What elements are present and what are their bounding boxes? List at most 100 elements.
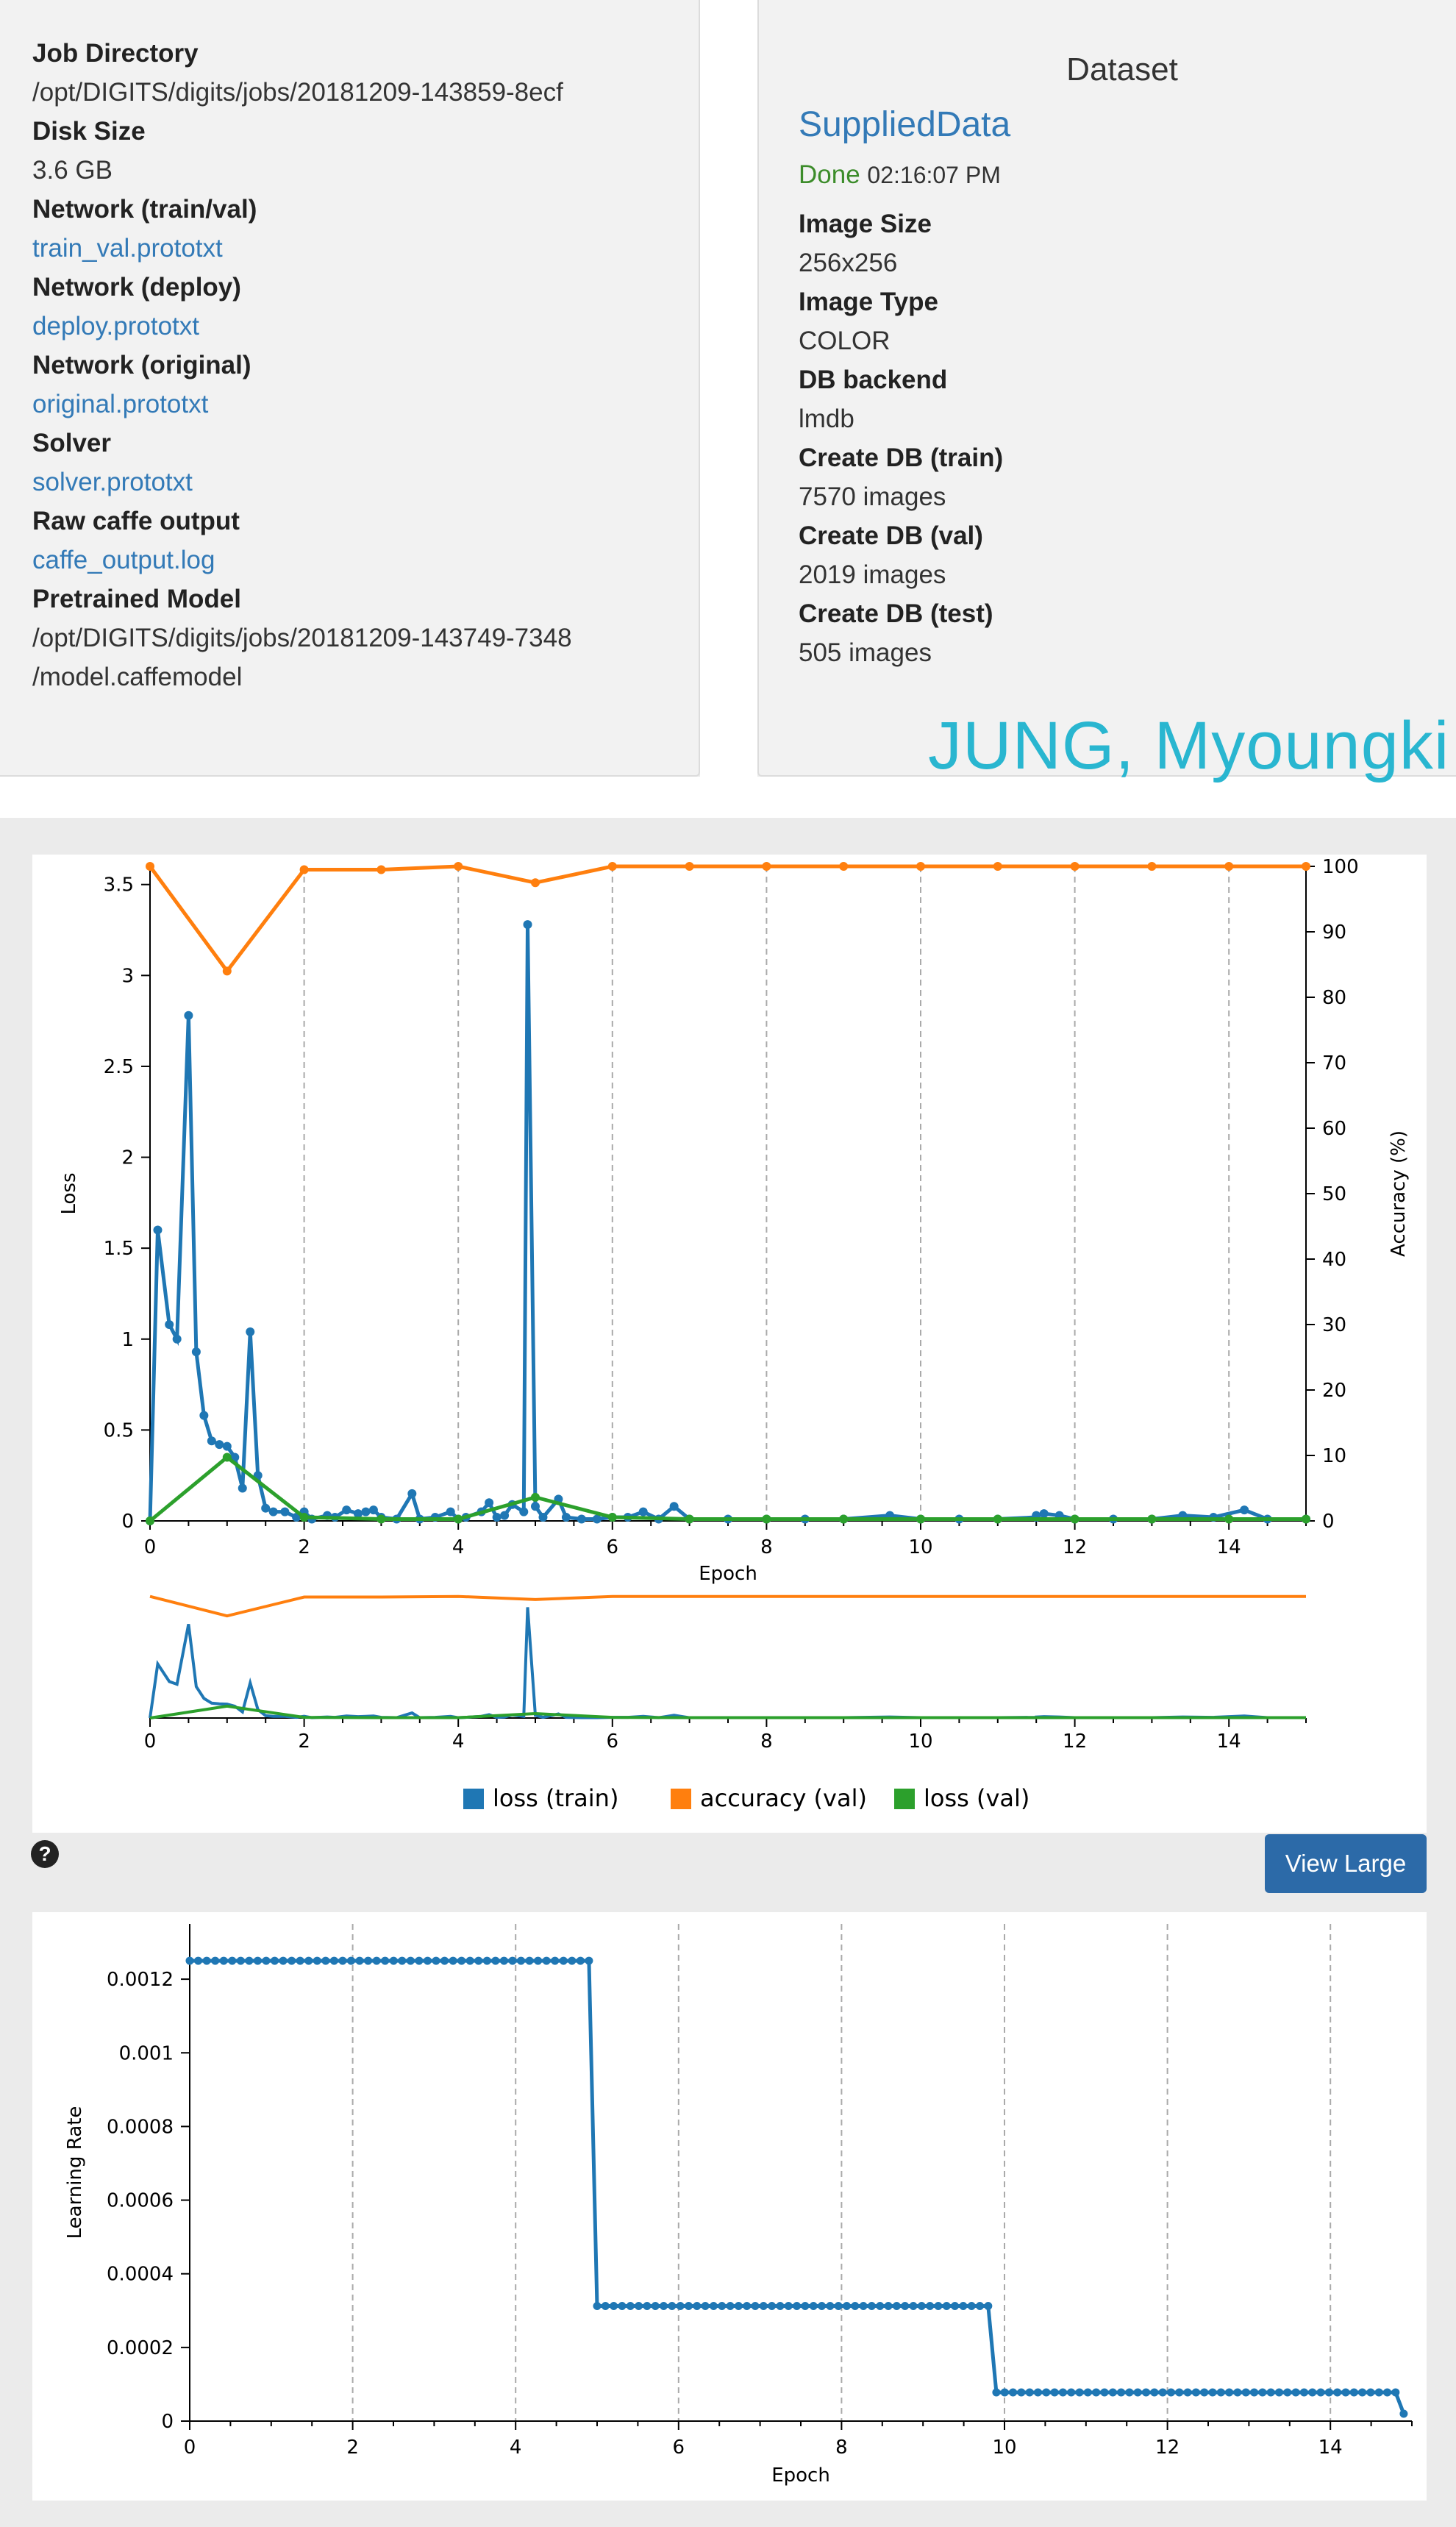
- learning-rate-point: [423, 1956, 432, 1965]
- val-loss-line: [149, 1455, 1306, 1522]
- learning-rate-point: [768, 2302, 777, 2311]
- learning-rate-point: [734, 2302, 743, 2311]
- learning-rate-point: [236, 1956, 245, 1965]
- train-loss-point: [238, 1483, 247, 1493]
- learning-rate-point: [1308, 2388, 1317, 2397]
- learning-rate-point: [321, 1956, 330, 1965]
- learning-rate-point: [1266, 2388, 1275, 2397]
- val-accuracy-point: [993, 862, 1002, 871]
- val-accuracy-line: [148, 864, 1306, 974]
- overview-tick-label: 4: [452, 1731, 465, 1753]
- val-loss-point: [1224, 1514, 1234, 1524]
- job-info-link[interactable]: caffe_output.log: [32, 541, 572, 580]
- dataset-heading: Dataset: [1066, 51, 1178, 88]
- job-info-label: Disk Size: [32, 117, 146, 146]
- learning-rate-point: [398, 1956, 407, 1965]
- learning-rate-point: [585, 1956, 593, 1965]
- val-accuracy-point: [607, 862, 617, 871]
- learning-rate-point: [271, 1956, 279, 1965]
- learning-rate-point: [296, 1956, 304, 1965]
- dataset-info-label: Create DB (test): [799, 599, 993, 628]
- learning-rate-point: [851, 2302, 860, 2311]
- y-tick-label: 0.0004: [107, 2264, 174, 2286]
- learning-rate-point: [601, 2302, 610, 2311]
- val-loss-point: [916, 1514, 925, 1524]
- learning-rate-point: [992, 2388, 1001, 2397]
- learning-rate-point: [465, 1956, 474, 1965]
- learning-rate-point: [457, 1956, 466, 1965]
- learning-rate-point: [329, 1956, 338, 1965]
- dataset-name-link[interactable]: SuppliedData: [799, 104, 1446, 153]
- learning-rate-point: [279, 1956, 288, 1965]
- y2-tick-label: 90: [1322, 922, 1346, 944]
- val-loss-point: [222, 1453, 232, 1462]
- dataset-info-value: 2019 images: [799, 560, 946, 589]
- loss-accuracy-chart-svg[interactable]: 0 2 4 6 8 10 12 1400.511.522.533.50102030405060…: [32, 855, 1427, 1833]
- train-loss-point: [531, 1502, 540, 1511]
- learning-rate-point: [381, 1956, 390, 1965]
- learning-rate-point: [253, 1956, 262, 1965]
- train-loss-point: [1240, 1505, 1249, 1515]
- x-tick-label: 6: [607, 1536, 619, 1558]
- learning-rate-point: [784, 2302, 793, 2311]
- learning-rate-point: [245, 1956, 254, 1965]
- job-info-label: Solver: [32, 429, 111, 457]
- view-large-button[interactable]: View Large: [1265, 1834, 1427, 1893]
- legend-label: loss (train): [493, 1784, 618, 1812]
- val-loss-point: [607, 1513, 617, 1522]
- y-tick-label: 1: [121, 1329, 134, 1351]
- learning-rate-point: [867, 2302, 876, 2311]
- learning-rate-point: [1033, 2388, 1042, 2397]
- val-accuracy-point: [1302, 862, 1310, 871]
- val-loss-point: [377, 1514, 386, 1524]
- learning-rate-point: [304, 1956, 313, 1965]
- learning-rate-point: [709, 2302, 718, 2311]
- learning-rate-chart-svg[interactable]: 0 2 4 6 8 10 12 14 0 0.0002 0.0004 0.0006 0.0008 0.00…: [32, 1912, 1427, 2501]
- job-info-link[interactable]: original.prototxt: [32, 385, 572, 424]
- learning-rate-point: [517, 1956, 526, 1965]
- learning-rate-point: [842, 2302, 851, 2311]
- dataset-info-value: lmdb: [799, 404, 854, 433]
- learning-rate-point: [491, 1956, 500, 1965]
- dataset-status: Done 02:16:07 PM: [799, 160, 1446, 204]
- job-info-link[interactable]: solver.prototxt: [32, 463, 572, 502]
- question-circle-icon[interactable]: ?: [31, 1840, 59, 1868]
- learning-rate-point: [909, 2302, 918, 2311]
- learning-rate-point: [355, 1956, 364, 1965]
- train-loss-point: [268, 1507, 278, 1516]
- val-loss-point: [839, 1514, 849, 1524]
- y2-axis-label: Accuracy (%): [1388, 1130, 1410, 1257]
- x-tick-label: 10: [992, 2437, 1016, 2459]
- overview-tick-label: 6: [607, 1731, 619, 1753]
- learning-rate-point: [1333, 2388, 1342, 2397]
- learning-rate-point: [1291, 2388, 1300, 2397]
- job-info-link[interactable]: deploy.prototxt: [32, 307, 572, 346]
- train-loss-point: [153, 1225, 163, 1235]
- train-loss-point: [538, 1513, 548, 1522]
- y-tick-label: 0.0008: [107, 2116, 174, 2138]
- learning-rate-point: [1283, 2388, 1292, 2397]
- learning-rate-point: [1183, 2388, 1192, 2397]
- learning-rate-point: [482, 1956, 491, 1965]
- learning-rate-point: [984, 2302, 993, 2311]
- learning-rate-point: [1233, 2388, 1242, 2397]
- train-loss-line: [148, 924, 1306, 1522]
- train-loss-point: [199, 1411, 209, 1420]
- learning-rate-point: [1175, 2388, 1184, 2397]
- legend-label: accuracy (val): [700, 1784, 867, 1812]
- train-loss-point: [638, 1507, 648, 1516]
- learning-rate-point: [726, 2302, 735, 2311]
- train-loss-point: [1039, 1509, 1049, 1519]
- job-info-link[interactable]: train_val.prototxt: [32, 229, 572, 268]
- learning-rate-point: [346, 1956, 355, 1965]
- job-info-value: /opt/DIGITS/digits/jobs/20181209-143859-…: [32, 78, 563, 107]
- job-info-label: Network (train/val): [32, 195, 257, 224]
- val-loss-point: [1070, 1514, 1079, 1524]
- x-tick-label: 12: [1063, 1536, 1087, 1558]
- x-tick-label: 14: [1318, 2437, 1343, 2459]
- learning-rate-point: [440, 1956, 449, 1965]
- learning-rate-point: [718, 2302, 727, 2311]
- learning-rate-point: [1058, 2388, 1067, 2397]
- watermark-text: JUNG, Myoungki: [928, 708, 1450, 783]
- train-loss-point: [492, 1513, 502, 1522]
